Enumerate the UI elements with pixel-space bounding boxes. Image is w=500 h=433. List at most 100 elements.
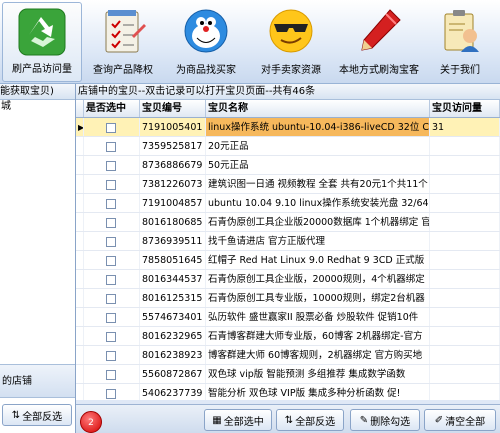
row-checkbox-cell bbox=[84, 365, 140, 383]
row-checkbox[interactable] bbox=[106, 236, 116, 247]
left-invert-selection-button[interactable]: ⇅ 全部反选 bbox=[2, 404, 72, 426]
row-checkbox-cell bbox=[84, 137, 140, 155]
clear-all-button[interactable]: ✐ 清空全部 bbox=[424, 409, 496, 431]
row-indicator bbox=[76, 232, 84, 250]
row-checkbox[interactable] bbox=[106, 141, 116, 152]
row-checkbox[interactable] bbox=[106, 293, 116, 304]
refresh-visits-button[interactable]: 刷产品访问量 bbox=[2, 2, 82, 82]
row-checkbox-cell bbox=[84, 232, 140, 250]
row-checkbox-cell bbox=[84, 194, 140, 212]
row-indicator-header bbox=[76, 100, 84, 117]
row-checkbox[interactable] bbox=[106, 160, 116, 171]
grid-caption: 店铺中的宝贝--双击记录可以打开宝贝页面--共有46条 bbox=[76, 84, 500, 100]
row-indicator: ▶ bbox=[76, 118, 84, 136]
row-name: ubuntu 10.04 9.10 linux操作系统安装光盘 32/64 bbox=[206, 194, 430, 212]
select-all-label: 全部选中 bbox=[223, 416, 264, 428]
bottom-bar: 2 ▦ 全部选中 ⇅ 全部反选 ✎ 删除勾选 ✐ 清空全部 bbox=[76, 404, 500, 433]
table-row[interactable]: 8016232965 石青博客群建大师专业版，60博客 2机器绑定-官方 bbox=[76, 327, 500, 346]
row-checkbox[interactable] bbox=[106, 274, 116, 285]
competitor-resources-button[interactable]: 对手卖家资源 bbox=[250, 2, 332, 82]
row-name: 石青伪原创工具企业版，20000规则，4个机器绑定 bbox=[206, 270, 430, 288]
row-visits bbox=[430, 194, 500, 212]
row-visits bbox=[430, 156, 500, 174]
toolbar-label: 对手卖家资源 bbox=[261, 65, 321, 76]
left-panel-item[interactable]: 城 bbox=[0, 100, 75, 114]
row-id: 8016238923 bbox=[140, 346, 206, 364]
about-us-button[interactable]: 关于我们 bbox=[424, 2, 496, 82]
row-checkbox[interactable] bbox=[106, 312, 116, 323]
invert-icon: ⇅ bbox=[11, 409, 21, 421]
row-indicator bbox=[76, 384, 84, 400]
select-all-button[interactable]: ▦ 全部选中 bbox=[204, 409, 272, 431]
row-indicator bbox=[76, 365, 84, 383]
row-checkbox[interactable] bbox=[106, 179, 116, 190]
table-row[interactable]: 8736939511 找千鱼请进店 官方正版代理 bbox=[76, 232, 500, 251]
delete-checked-button[interactable]: ✎ 删除勾选 bbox=[350, 409, 420, 431]
row-indicator bbox=[76, 156, 84, 174]
row-checkbox[interactable] bbox=[106, 331, 116, 342]
row-visits bbox=[430, 251, 500, 269]
row-checkbox-cell bbox=[84, 175, 140, 193]
table-row[interactable]: 5560872867 双色球 vip版 智能预测 多组推荐 集成数学函数 bbox=[76, 365, 500, 384]
row-visits: 31 bbox=[430, 118, 500, 136]
table-row[interactable]: 7359525817 20元正品 bbox=[76, 137, 500, 156]
query-demotion-button[interactable]: 查询产品降权 bbox=[84, 2, 162, 82]
row-name: 红帽子 Red Hat Linux 9.0 Redhat 9 3CD 正式版 bbox=[206, 251, 430, 269]
row-checkbox[interactable] bbox=[106, 350, 116, 361]
row-visits bbox=[430, 175, 500, 193]
row-id: 7191004857 bbox=[140, 194, 206, 212]
table-row[interactable]: 8016125315 石青伪原创工具专业版，10000规则，绑定2台机器 bbox=[76, 289, 500, 308]
row-checkbox[interactable] bbox=[106, 217, 116, 228]
invert-selection-button[interactable]: ⇅ 全部反选 bbox=[276, 409, 344, 431]
table-row[interactable]: 7858051645 红帽子 Red Hat Linux 9.0 Redhat 9… bbox=[76, 251, 500, 270]
table-row[interactable]: 7381226073 建筑识图一日通 视频教程 全套 共有20元1个共11个 bbox=[76, 175, 500, 194]
blue-smiley-icon bbox=[184, 9, 228, 53]
row-indicator bbox=[76, 308, 84, 326]
select-all-icon: ▦ bbox=[212, 414, 222, 426]
column-header-name[interactable]: 宝贝名称 bbox=[206, 100, 430, 117]
column-header-id[interactable]: 宝贝编号 bbox=[140, 100, 206, 117]
table-row[interactable]: 8016180685 石青伪原创工具企业版20000数据库 1个机器绑定 官 bbox=[76, 213, 500, 232]
row-checkbox-cell bbox=[84, 118, 140, 136]
toolbar-label: 查询产品降权 bbox=[93, 65, 153, 76]
column-header-selected[interactable]: 是否选中 bbox=[84, 100, 140, 117]
invert-icon: ⇅ bbox=[284, 414, 294, 426]
find-buyers-button[interactable]: 为商品找买家 bbox=[166, 2, 246, 82]
row-visits bbox=[430, 213, 500, 231]
table-row[interactable]: 8736886679 50元正品 bbox=[76, 156, 500, 175]
table-row[interactable]: 8016344537 石青伪原创工具企业版，20000规则，4个机器绑定 bbox=[76, 270, 500, 289]
row-checkbox[interactable] bbox=[106, 369, 116, 380]
row-id: 8736886679 bbox=[140, 156, 206, 174]
row-name: 智能分析 双色球 VIP版 集成多种分析函数 促! bbox=[206, 384, 430, 400]
row-name: 石青伪原创工具专业版，10000规则，绑定2台机器 bbox=[206, 289, 430, 307]
row-checkbox[interactable] bbox=[106, 198, 116, 209]
table-row[interactable]: 7191004857 ubuntu 10.04 9.10 linux操作系统安装光… bbox=[76, 194, 500, 213]
table-row[interactable]: 5406237739 智能分析 双色球 VIP版 集成多种分析函数 促! bbox=[76, 384, 500, 400]
table-row[interactable]: 8016238923 博客群建大师 60博客规则，2机器绑定 官方购买地 bbox=[76, 346, 500, 365]
left-panel-header: 能获取宝贝) bbox=[0, 84, 75, 100]
row-name: linux操作系统 ubuntu-10.04-i386-liveCD 32位 C… bbox=[206, 118, 430, 136]
taobaoke-local-button[interactable]: 本地方式刷淘宝客 bbox=[336, 2, 422, 82]
row-name: 找千鱼请进店 官方正版代理 bbox=[206, 232, 430, 250]
count-badge: 2 bbox=[80, 411, 102, 433]
items-grid: 是否选中 宝贝编号 宝贝名称 宝贝访问量 ▶ 7191005401 linux操作系… bbox=[76, 100, 500, 400]
row-id: 5560872867 bbox=[140, 365, 206, 383]
row-checkbox[interactable] bbox=[106, 255, 116, 266]
column-header-visits[interactable]: 宝贝访问量 bbox=[430, 100, 500, 117]
row-visits bbox=[430, 289, 500, 307]
table-row[interactable]: 5574673401 弘历软件 盛世赢家II 股票必备 炒股软件 促销10件 bbox=[76, 308, 500, 327]
toolbar-label: 关于我们 bbox=[440, 65, 480, 76]
table-row[interactable]: ▶ 7191005401 linux操作系统 ubuntu-10.04-i386-l… bbox=[76, 118, 500, 137]
pen-icon bbox=[361, 9, 401, 51]
left-invert-label: 全部反选 bbox=[22, 411, 63, 423]
row-name: 弘历软件 盛世赢家II 股票必备 炒股软件 促销10件 bbox=[206, 308, 430, 326]
row-checkbox-cell bbox=[84, 270, 140, 288]
row-id: 7381226073 bbox=[140, 175, 206, 193]
row-visits bbox=[430, 232, 500, 250]
row-checkbox[interactable] bbox=[106, 122, 116, 133]
row-id: 8736939511 bbox=[140, 232, 206, 250]
row-name: 20元正品 bbox=[206, 137, 430, 155]
row-visits bbox=[430, 137, 500, 155]
row-visits bbox=[430, 365, 500, 383]
row-checkbox[interactable] bbox=[106, 388, 116, 399]
